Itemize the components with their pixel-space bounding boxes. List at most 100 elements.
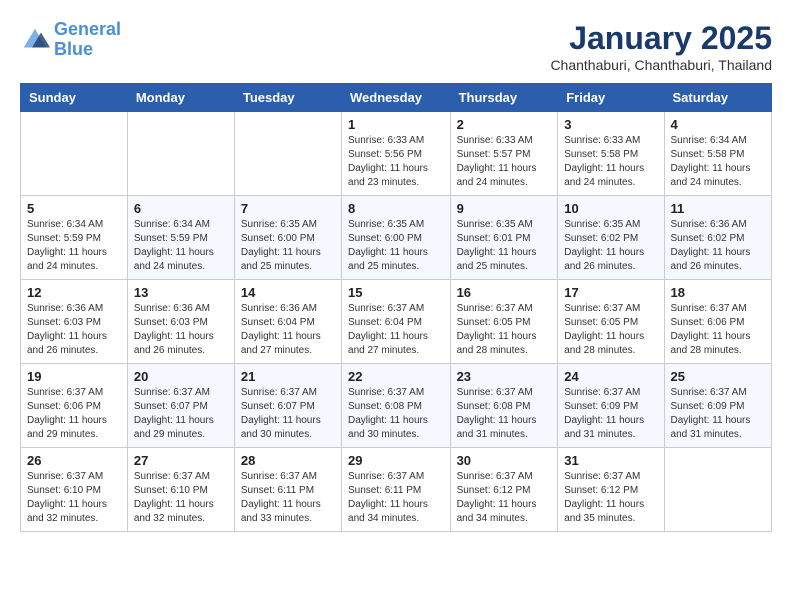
calendar-cell: 3Sunrise: 6:33 AM Sunset: 5:58 PM Daylig… <box>558 112 664 196</box>
day-number: 17 <box>564 285 657 300</box>
calendar-cell: 29Sunrise: 6:37 AM Sunset: 6:11 PM Dayli… <box>342 448 451 532</box>
day-info: Sunrise: 6:37 AM Sunset: 6:05 PM Dayligh… <box>564 302 657 358</box>
day-number: 30 <box>457 453 552 468</box>
day-info: Sunrise: 6:33 AM Sunset: 5:56 PM Dayligh… <box>348 134 444 190</box>
day-info: Sunrise: 6:35 AM Sunset: 6:01 PM Dayligh… <box>457 218 552 274</box>
calendar-cell: 9Sunrise: 6:35 AM Sunset: 6:01 PM Daylig… <box>450 196 558 280</box>
day-number: 18 <box>671 285 765 300</box>
weekday-header-row: SundayMondayTuesdayWednesdayThursdayFrid… <box>21 84 772 112</box>
day-info: Sunrise: 6:37 AM Sunset: 6:09 PM Dayligh… <box>564 386 657 442</box>
calendar-cell <box>234 112 341 196</box>
day-number: 31 <box>564 453 657 468</box>
weekday-header-sunday: Sunday <box>21 84 128 112</box>
logo-text: General Blue <box>54 20 121 60</box>
calendar-cell: 6Sunrise: 6:34 AM Sunset: 5:59 PM Daylig… <box>127 196 234 280</box>
day-number: 4 <box>671 117 765 132</box>
calendar-cell: 2Sunrise: 6:33 AM Sunset: 5:57 PM Daylig… <box>450 112 558 196</box>
day-number: 26 <box>27 453 121 468</box>
calendar-cell: 17 Sunrise: 6:37 AM Sunset: 6:05 PM Dayli… <box>558 280 664 364</box>
day-info: Sunrise: 6:37 AM Sunset: 6:06 PM Dayligh… <box>671 302 765 358</box>
day-number: 13 <box>134 285 228 300</box>
calendar-cell: 30 Sunrise: 6:37 AM Sunset: 6:12 PM Dayli… <box>450 448 558 532</box>
day-number: 20 <box>134 369 228 384</box>
day-info: Sunrise: 6:34 AM Sunset: 5:59 PM Dayligh… <box>27 218 121 274</box>
calendar-cell: 24 Sunrise: 6:37 AM Sunset: 6:09 PM Dayli… <box>558 364 664 448</box>
calendar-cell: 28 Sunrise: 6:37 AM Sunset: 6:11 PM Dayli… <box>234 448 341 532</box>
calendar-week-row: 1 Sunrise: 6:33 AM Sunset: 5:56 PM Daylig… <box>21 112 772 196</box>
calendar-cell: 25 Sunrise: 6:37 AM Sunset: 6:09 PM Dayli… <box>664 364 771 448</box>
day-number: 7 <box>241 201 335 216</box>
calendar-cell: 27Sunrise: 6:37 AM Sunset: 6:10 PM Dayli… <box>127 448 234 532</box>
day-info: Sunrise: 6:35 AM Sunset: 6:00 PM Dayligh… <box>348 218 444 274</box>
day-number: 14 <box>241 285 335 300</box>
day-info: Sunrise: 6:33 AM Sunset: 5:57 PM Dayligh… <box>457 134 552 190</box>
day-info: Sunrise: 6:37 AM Sunset: 6:08 PM Dayligh… <box>348 386 444 442</box>
title-block: January 2025 Chanthaburi, Chanthaburi, T… <box>550 20 772 73</box>
calendar-cell <box>21 112 128 196</box>
calendar-cell <box>664 448 771 532</box>
calendar-cell: 26 Sunrise: 6:37 AM Sunset: 6:10 PM Dayli… <box>21 448 128 532</box>
calendar-cell: 22Sunrise: 6:37 AM Sunset: 6:08 PM Dayli… <box>342 364 451 448</box>
day-number: 24 <box>564 369 657 384</box>
calendar-cell: 16 Sunrise: 6:37 AM Sunset: 6:05 PM Dayli… <box>450 280 558 364</box>
calendar-cell: 18 Sunrise: 6:37 AM Sunset: 6:06 PM Dayli… <box>664 280 771 364</box>
day-number: 1 <box>348 117 444 132</box>
weekday-header-monday: Monday <box>127 84 234 112</box>
weekday-header-wednesday: Wednesday <box>342 84 451 112</box>
calendar-cell: 11 Sunrise: 6:36 AM Sunset: 6:02 PM Dayli… <box>664 196 771 280</box>
logo-icon <box>20 25 50 55</box>
calendar-cell: 5Sunrise: 6:34 AM Sunset: 5:59 PM Daylig… <box>21 196 128 280</box>
calendar-cell: 13 Sunrise: 6:36 AM Sunset: 6:03 PM Dayli… <box>127 280 234 364</box>
location: Chanthaburi, Chanthaburi, Thailand <box>550 57 772 73</box>
day-info: Sunrise: 6:36 AM Sunset: 6:03 PM Dayligh… <box>27 302 121 358</box>
day-info: Sunrise: 6:37 AM Sunset: 6:06 PM Dayligh… <box>27 386 121 442</box>
day-number: 27 <box>134 453 228 468</box>
day-info: Sunrise: 6:37 AM Sunset: 6:04 PM Dayligh… <box>348 302 444 358</box>
day-info: Sunrise: 6:35 AM Sunset: 6:00 PM Dayligh… <box>241 218 335 274</box>
day-info: Sunrise: 6:37 AM Sunset: 6:12 PM Dayligh… <box>564 470 657 526</box>
calendar-week-row: 19 Sunrise: 6:37 AM Sunset: 6:06 PM Dayli… <box>21 364 772 448</box>
calendar-cell: 1 Sunrise: 6:33 AM Sunset: 5:56 PM Daylig… <box>342 112 451 196</box>
calendar-cell <box>127 112 234 196</box>
calendar-cell: 8 Sunrise: 6:35 AM Sunset: 6:00 PM Daylig… <box>342 196 451 280</box>
calendar-week-row: 5Sunrise: 6:34 AM Sunset: 5:59 PM Daylig… <box>21 196 772 280</box>
day-info: Sunrise: 6:36 AM Sunset: 6:02 PM Dayligh… <box>671 218 765 274</box>
calendar-cell: 15Sunrise: 6:37 AM Sunset: 6:04 PM Dayli… <box>342 280 451 364</box>
day-number: 21 <box>241 369 335 384</box>
day-info: Sunrise: 6:37 AM Sunset: 6:08 PM Dayligh… <box>457 386 552 442</box>
calendar-cell: 14 Sunrise: 6:36 AM Sunset: 6:04 PM Dayli… <box>234 280 341 364</box>
calendar-week-row: 12 Sunrise: 6:36 AM Sunset: 6:03 PM Dayli… <box>21 280 772 364</box>
weekday-header-friday: Friday <box>558 84 664 112</box>
day-info: Sunrise: 6:37 AM Sunset: 6:05 PM Dayligh… <box>457 302 552 358</box>
weekday-header-thursday: Thursday <box>450 84 558 112</box>
day-number: 23 <box>457 369 552 384</box>
day-info: Sunrise: 6:34 AM Sunset: 5:59 PM Dayligh… <box>134 218 228 274</box>
day-number: 28 <box>241 453 335 468</box>
day-number: 12 <box>27 285 121 300</box>
day-info: Sunrise: 6:36 AM Sunset: 6:04 PM Dayligh… <box>241 302 335 358</box>
day-info: Sunrise: 6:37 AM Sunset: 6:10 PM Dayligh… <box>27 470 121 526</box>
day-number: 10 <box>564 201 657 216</box>
calendar-cell: 31 Sunrise: 6:37 AM Sunset: 6:12 PM Dayli… <box>558 448 664 532</box>
day-info: Sunrise: 6:37 AM Sunset: 6:09 PM Dayligh… <box>671 386 765 442</box>
day-number: 19 <box>27 369 121 384</box>
calendar-cell: 12 Sunrise: 6:36 AM Sunset: 6:03 PM Dayli… <box>21 280 128 364</box>
day-info: Sunrise: 6:37 AM Sunset: 6:12 PM Dayligh… <box>457 470 552 526</box>
calendar-cell: 21 Sunrise: 6:37 AM Sunset: 6:07 PM Dayli… <box>234 364 341 448</box>
calendar-cell: 7 Sunrise: 6:35 AM Sunset: 6:00 PM Daylig… <box>234 196 341 280</box>
calendar-cell: 10 Sunrise: 6:35 AM Sunset: 6:02 PM Dayli… <box>558 196 664 280</box>
weekday-header-saturday: Saturday <box>664 84 771 112</box>
day-info: Sunrise: 6:35 AM Sunset: 6:02 PM Dayligh… <box>564 218 657 274</box>
day-info: Sunrise: 6:37 AM Sunset: 6:07 PM Dayligh… <box>241 386 335 442</box>
day-number: 16 <box>457 285 552 300</box>
day-number: 11 <box>671 201 765 216</box>
day-info: Sunrise: 6:36 AM Sunset: 6:03 PM Dayligh… <box>134 302 228 358</box>
month-title: January 2025 <box>550 20 772 57</box>
logo: General Blue <box>20 20 121 60</box>
calendar-cell: 20 Sunrise: 6:37 AM Sunset: 6:07 PM Dayli… <box>127 364 234 448</box>
day-number: 25 <box>671 369 765 384</box>
day-number: 8 <box>348 201 444 216</box>
day-info: Sunrise: 6:37 AM Sunset: 6:11 PM Dayligh… <box>241 470 335 526</box>
calendar-cell: 23 Sunrise: 6:37 AM Sunset: 6:08 PM Dayli… <box>450 364 558 448</box>
day-info: Sunrise: 6:37 AM Sunset: 6:07 PM Dayligh… <box>134 386 228 442</box>
